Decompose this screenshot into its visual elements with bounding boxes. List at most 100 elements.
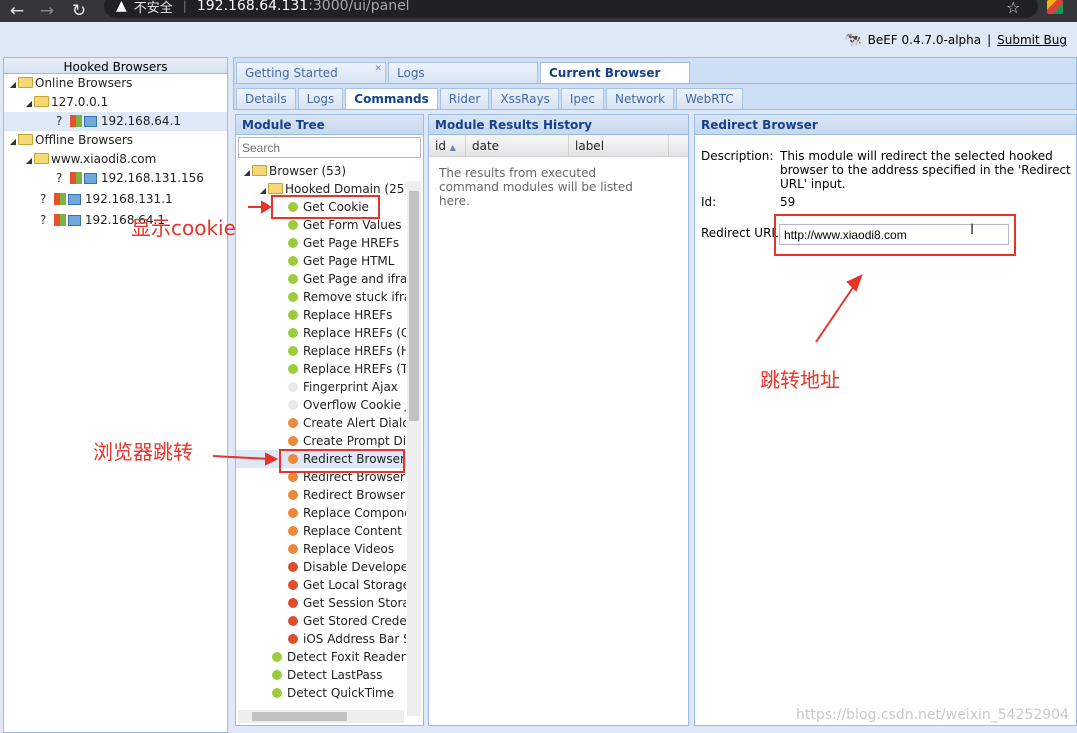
- module-item[interactable]: Detect Foxit Reader: [236, 648, 406, 666]
- expand-arrow-icon[interactable]: ◢: [258, 182, 268, 198]
- col-id-header[interactable]: id ▲: [429, 135, 466, 156]
- subtab-webrtc-label: WebRTC: [685, 92, 734, 106]
- annotation-show-cookie: 显示cookie: [131, 216, 236, 240]
- module-item[interactable]: Replace HREFs: [236, 306, 406, 324]
- module-item-label: Detect Foxit Reader: [287, 650, 406, 664]
- subtab-rider[interactable]: Rider: [439, 88, 490, 109]
- module-search-input[interactable]: [238, 137, 421, 158]
- subtab-rider-label: Rider: [448, 92, 481, 106]
- subtab-ipec[interactable]: Ipec: [560, 88, 604, 109]
- windows-icon: [53, 193, 66, 205]
- module-status-icon: [288, 310, 298, 320]
- subtab-details[interactable]: Details: [236, 88, 296, 109]
- annotation-redirect-address: 跳转地址: [760, 368, 840, 392]
- module-item[interactable]: Get Session Storag: [236, 594, 406, 612]
- module-item-label: Get Session Storag: [303, 596, 406, 610]
- module-item-label: Fingerprint Ajax: [303, 380, 398, 394]
- module-status-icon: [288, 616, 298, 626]
- module-item[interactable]: Overflow Cookie Ja: [236, 396, 406, 414]
- expand-arrow-icon[interactable]: ◢: [242, 164, 252, 180]
- module-item[interactable]: Replace HREFs (H: [236, 342, 406, 360]
- module-item[interactable]: Replace Content (D: [236, 522, 406, 540]
- module-item[interactable]: Replace Componer: [236, 504, 406, 522]
- unknown-browser-icon: ?: [56, 171, 63, 185]
- module-item[interactable]: Replace Videos: [236, 540, 406, 558]
- reload-icon[interactable]: ↻: [68, 1, 90, 21]
- module-item[interactable]: Disable Developer ': [236, 558, 406, 576]
- module-item[interactable]: Get Page HTML: [236, 252, 406, 270]
- subtab-webrtc[interactable]: WebRTC: [676, 88, 743, 109]
- offline-browsers-node[interactable]: ◢ Offline Browsers: [4, 131, 227, 150]
- module-status-icon: [288, 364, 298, 374]
- module-item[interactable]: Replace HREFs (TI: [236, 360, 406, 378]
- module-tree-title: Module Tree: [236, 115, 423, 135]
- results-history-panel: Module Results History id ▲ date label T…: [428, 114, 689, 726]
- subtab-network-label: Network: [615, 92, 666, 106]
- module-item-label: Create Alert Dialog: [303, 416, 406, 430]
- hooked-browser-192-168-131-156[interactable]: ? 192.168.131.156: [4, 169, 227, 190]
- tab-logs[interactable]: Logs: [388, 62, 538, 83]
- tab-getting-started[interactable]: Getting Started ✕: [236, 62, 386, 83]
- subtab-xssrays[interactable]: XssRays: [491, 88, 559, 109]
- results-grid-header: id ▲ date label: [429, 135, 688, 157]
- module-status-icon: [288, 328, 298, 338]
- offline-browsers-label: Offline Browsers: [35, 133, 134, 147]
- windows-icon: [69, 172, 82, 184]
- subtab-logs[interactable]: Logs: [297, 88, 344, 109]
- module-item[interactable]: Get Stored Credent: [236, 612, 406, 630]
- subtab-network[interactable]: Network: [606, 88, 675, 109]
- description-label: Description:: [701, 149, 774, 163]
- forward-icon[interactable]: →: [36, 1, 58, 21]
- id-value: 59: [780, 195, 796, 209]
- bookmark-star-icon[interactable]: ☆: [1006, 0, 1020, 17]
- module-status-icon: [288, 544, 298, 554]
- expand-arrow-icon[interactable]: ◢: [8, 75, 18, 94]
- module-item[interactable]: Remove stuck ifram: [236, 288, 406, 306]
- subtab-commands[interactable]: Commands: [345, 88, 438, 109]
- expand-arrow-icon[interactable]: ◢: [8, 132, 18, 151]
- col-date-header[interactable]: date: [466, 135, 569, 156]
- close-tab-icon[interactable]: ✕: [374, 64, 382, 74]
- module-item[interactable]: Replace HREFs (C: [236, 324, 406, 342]
- redirect-browser-title: Redirect Browser: [695, 115, 1076, 135]
- module-tree-hscrollbar[interactable]: [238, 710, 404, 723]
- url-path: :3000/ui/panel: [308, 0, 410, 14]
- module-status-icon: [288, 472, 298, 482]
- scrollbar-thumb[interactable]: [409, 191, 419, 421]
- col-label-header[interactable]: label: [569, 135, 669, 156]
- module-item[interactable]: Detect LastPass: [236, 666, 406, 684]
- module-item-label: Replace HREFs (C: [303, 326, 406, 340]
- submit-bug-link[interactable]: Submit Bug: [997, 33, 1067, 47]
- module-item[interactable]: Fingerprint Ajax: [236, 378, 406, 396]
- module-item[interactable]: Create Alert Dialog: [236, 414, 406, 432]
- hooked-browser-192-168-64-1[interactable]: ? 192.168.64.1: [4, 112, 227, 131]
- module-tree-scrollbar[interactable]: [407, 181, 421, 716]
- module-item[interactable]: Create Prompt Dial: [236, 432, 406, 450]
- scrollbar-thumb[interactable]: [252, 712, 347, 721]
- annotation-browser-redirect: 浏览器跳转: [93, 440, 193, 464]
- description-text: This module will redirect the selected h…: [780, 149, 1071, 191]
- module-item[interactable]: Detect QuickTime: [236, 684, 406, 702]
- col-date-label: date: [472, 139, 500, 153]
- back-icon[interactable]: ←: [6, 1, 28, 21]
- id-label: Id:: [701, 195, 717, 209]
- module-item[interactable]: Get Local Storage: [236, 576, 406, 594]
- browser-folder-node[interactable]: ◢ Browser (53): [236, 162, 406, 180]
- module-item[interactable]: iOS Address Bar Sp: [236, 630, 406, 648]
- expand-arrow-icon[interactable]: ◢: [24, 94, 34, 113]
- module-item[interactable]: Get Page HREFs: [236, 234, 406, 252]
- online-browsers-node[interactable]: ◢ Online Browsers: [4, 74, 227, 93]
- module-item-label: Get Page and ifram: [303, 272, 406, 286]
- sort-asc-icon: ▲: [449, 143, 456, 152]
- hooked-browser-192-168-131-1[interactable]: ? 192.168.131.1: [4, 190, 227, 211]
- unknown-browser-icon: ?: [40, 192, 47, 206]
- extension-icon[interactable]: [1047, 0, 1063, 14]
- module-item[interactable]: Redirect Browser (i: [236, 486, 406, 504]
- offline-domain-node[interactable]: ◢ www.xiaodi8.com: [4, 150, 227, 169]
- tab-current-browser[interactable]: Current Browser: [540, 62, 690, 83]
- expand-arrow-icon[interactable]: ◢: [24, 151, 34, 170]
- module-item-label: Detect LastPass: [287, 668, 383, 682]
- online-host-node[interactable]: ◢ 127.0.0.1: [4, 93, 227, 112]
- module-item[interactable]: Get Page and ifram: [236, 270, 406, 288]
- address-bar[interactable]: ▲ 不安全 | 192.168.64.131:3000/ui/panel: [104, 0, 1038, 18]
